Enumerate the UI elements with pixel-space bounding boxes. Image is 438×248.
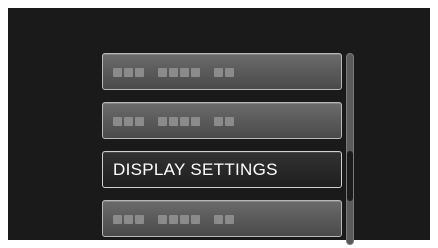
blurred-label: [113, 215, 234, 224]
blurred-label: [113, 117, 234, 126]
blurred-label: [113, 68, 234, 77]
camera-menu-screen: DISPLAY SETTINGS: [8, 8, 430, 245]
menu-item-display-settings[interactable]: DISPLAY SETTINGS: [102, 151, 342, 188]
menu-item-label: DISPLAY SETTINGS: [113, 160, 278, 179]
menu-item-1[interactable]: [102, 53, 342, 90]
scrollbar-thumb[interactable]: [347, 151, 353, 201]
scrollbar[interactable]: [346, 53, 354, 245]
menu-item-4[interactable]: [102, 200, 342, 237]
menu-item-2[interactable]: [102, 102, 342, 139]
